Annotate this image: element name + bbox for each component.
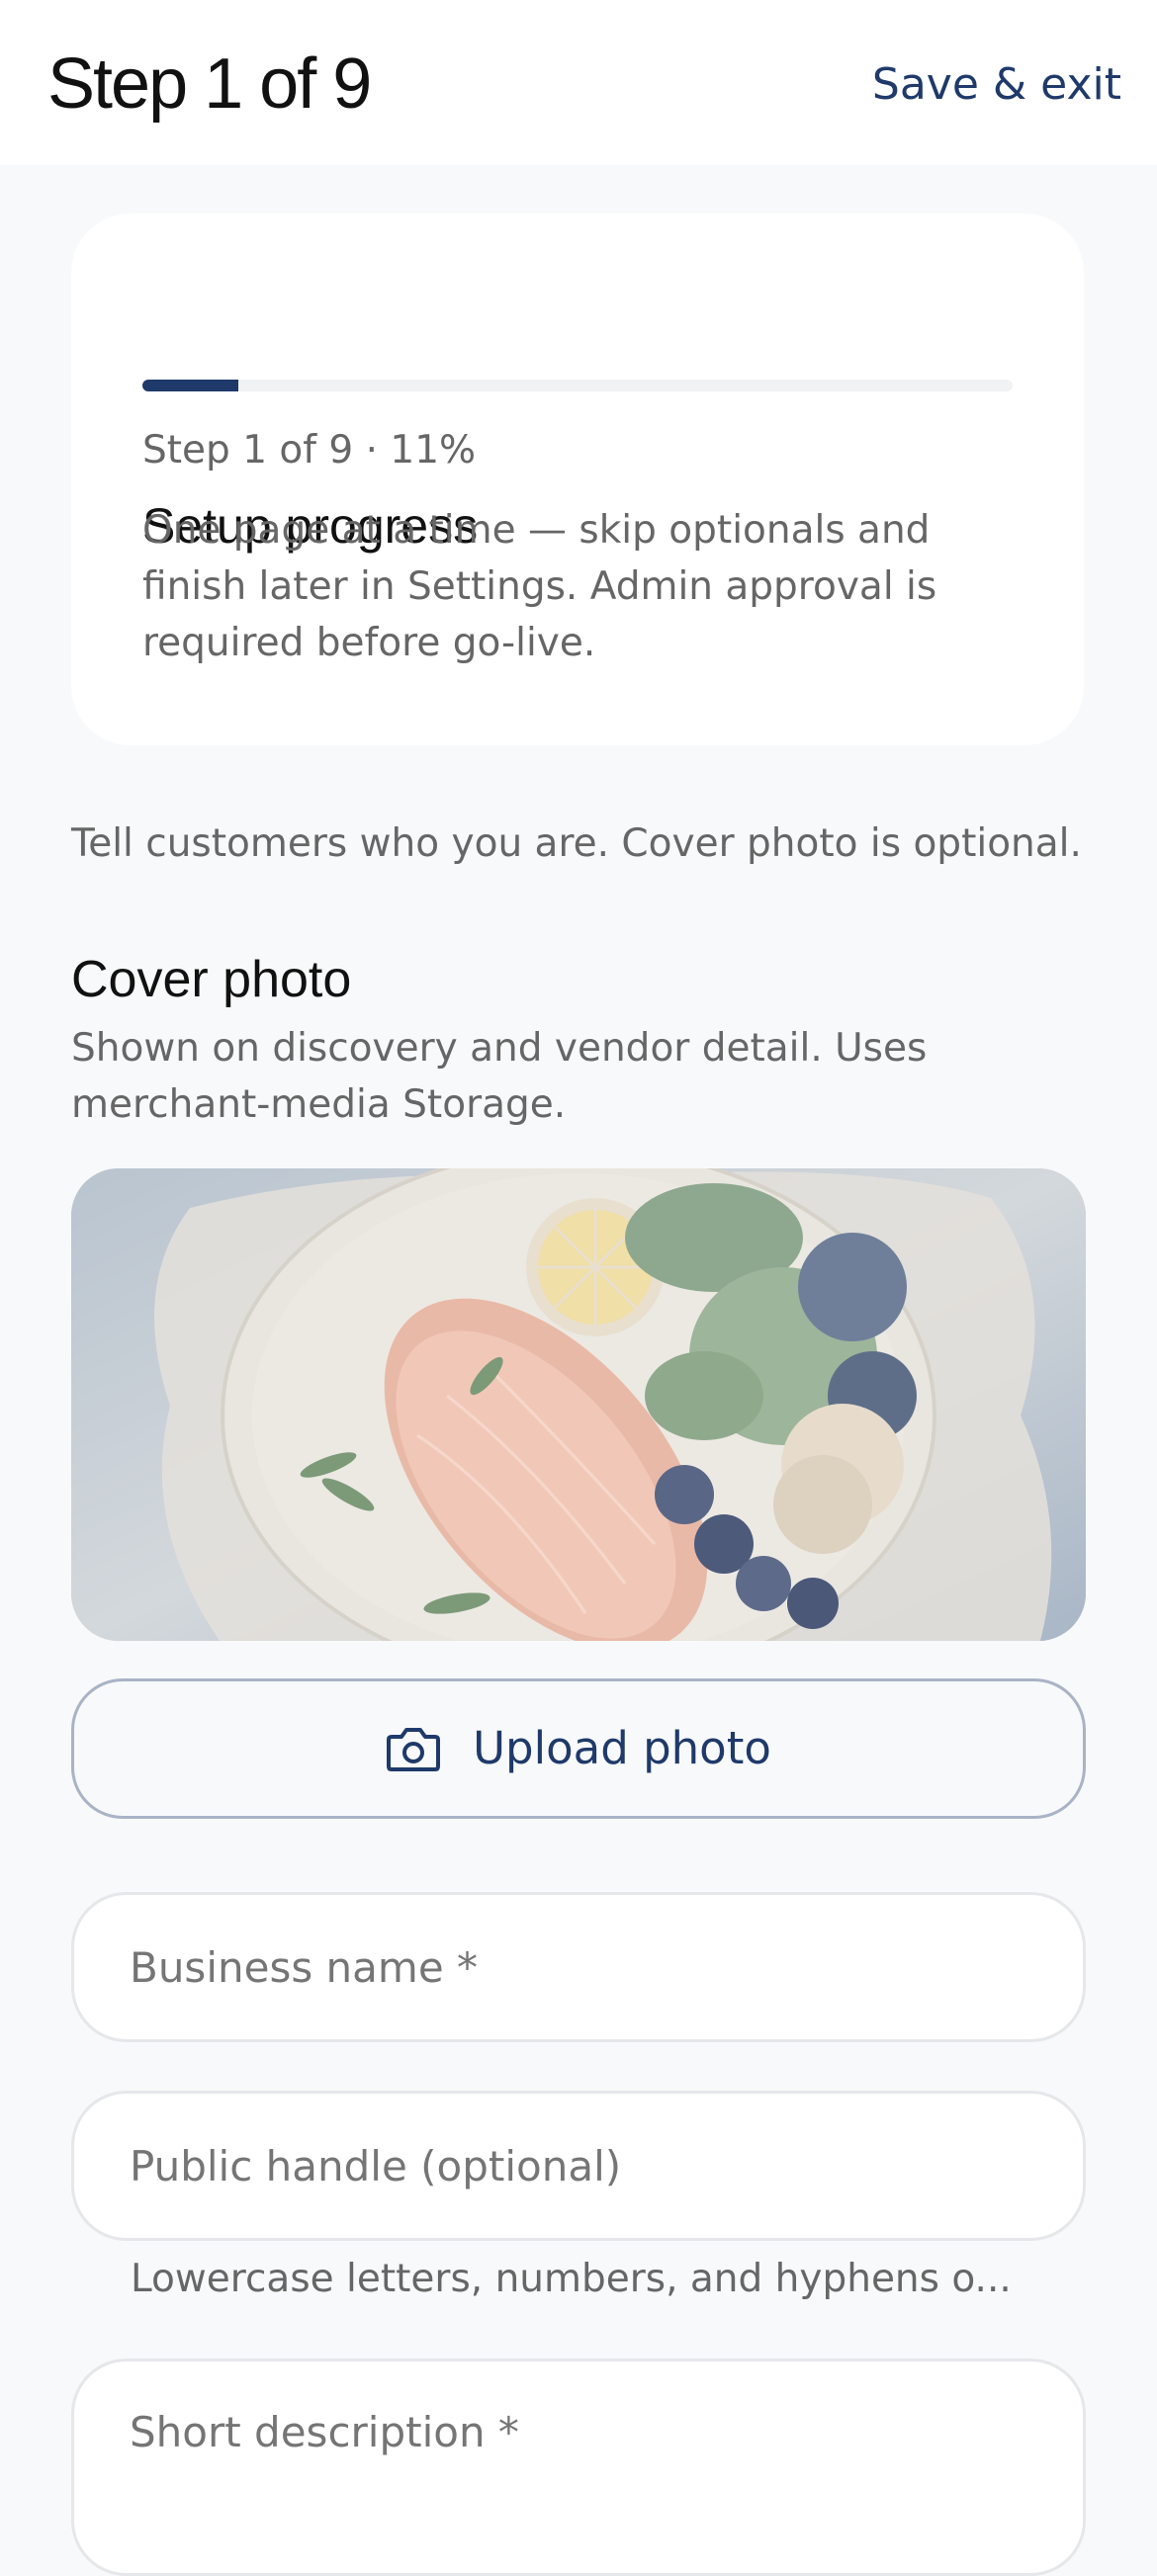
camera-icon xyxy=(387,1728,441,1771)
upload-photo-button[interactable]: Upload photo xyxy=(71,1678,1086,1819)
short-description-field xyxy=(71,2359,1086,2576)
business-name-input[interactable] xyxy=(130,1895,1020,2039)
public-handle-field xyxy=(71,2091,1086,2241)
progress-bar-fill xyxy=(142,380,238,391)
public-handle-input[interactable] xyxy=(130,2094,1020,2238)
cover-photo-title: Cover photo xyxy=(71,951,352,1008)
cover-photo-description: Shown on discovery and vendor detail. Us… xyxy=(71,1026,928,1127)
top-bar: Step 1 of 9 Save & exit xyxy=(0,0,1157,165)
save-exit-button[interactable]: Save & exit xyxy=(872,55,1121,115)
page-title: Step 1 of 9 xyxy=(47,44,372,124)
intro-text: Tell customers who you are. Cover photo … xyxy=(71,821,1082,866)
short-description-input[interactable] xyxy=(130,2405,1020,2524)
cover-photo-image xyxy=(71,1168,1086,1641)
cover-photo-illustration xyxy=(71,1168,1086,1641)
upload-photo-label: Upload photo xyxy=(473,1722,771,1774)
business-name-field xyxy=(71,1892,1086,2042)
progress-step-text: Step 1 of 9 · 11% xyxy=(142,428,477,472)
setup-progress-card: Setup progress Step 1 of 9 · 11% One pag… xyxy=(71,214,1084,745)
progress-bar xyxy=(142,380,1013,391)
progress-description: One page at a time — skip optionals and … xyxy=(142,508,937,665)
public-handle-helper: Lowercase letters, numbers, and hyphens … xyxy=(131,2257,1012,2301)
